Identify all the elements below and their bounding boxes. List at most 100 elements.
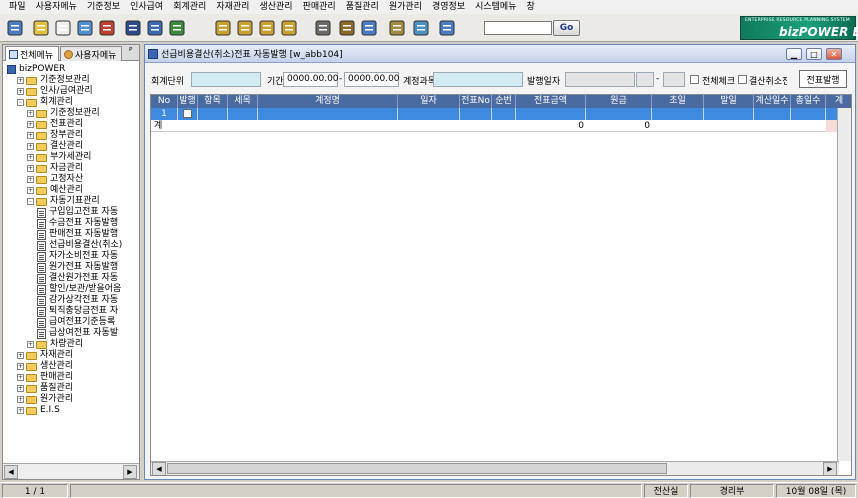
row-calcdays-cell[interactable] (754, 108, 791, 120)
column-header[interactable]: 전표금액 (516, 95, 586, 108)
save-icon[interactable] (74, 17, 96, 39)
delete-icon[interactable] (96, 17, 118, 39)
refresh-icon[interactable] (410, 17, 432, 39)
tree-leaf[interactable]: 퇴직충당금전표 자 (37, 306, 118, 317)
row-date-cell[interactable] (398, 108, 460, 120)
go-button[interactable]: Go (553, 20, 580, 36)
expand-icon[interactable]: + (27, 143, 34, 150)
menu-item-11[interactable]: 시스템메뉴 (470, 0, 521, 14)
edit-icon[interactable] (386, 17, 408, 39)
tree-leaf[interactable]: 급여전표기준등록 (37, 317, 115, 328)
expand-icon[interactable]: + (27, 132, 34, 139)
column-header[interactable]: 계정명 (258, 95, 398, 108)
row-totaldays-cell[interactable] (791, 108, 826, 120)
unit-field[interactable] (191, 72, 261, 87)
print-icon[interactable] (122, 17, 144, 39)
menu-item-8[interactable]: 품질관리 (341, 0, 384, 14)
column-header[interactable]: 계 (826, 95, 851, 108)
row-slipno-cell[interactable] (460, 108, 492, 120)
tree-folder[interactable]: + 장부관리 (27, 130, 83, 141)
tree-folder[interactable]: + 자재관리 (17, 350, 73, 361)
expand-icon[interactable]: + (27, 341, 34, 348)
tree-folder[interactable]: + 기준정보관리 (27, 108, 100, 119)
expand-icon[interactable]: + (27, 165, 34, 172)
tab-user-menu[interactable]: 사용자메뉴 (60, 46, 122, 61)
scroll-left-icon[interactable]: ◀ (4, 465, 18, 479)
menu-item-5[interactable]: 자재관리 (211, 0, 254, 14)
column-header[interactable]: 항목 (198, 95, 228, 108)
table-row[interactable]: 1 (151, 108, 851, 120)
collapse-icon[interactable]: - (17, 99, 24, 106)
period-from-field[interactable]: 0000.00.00 (283, 72, 339, 87)
new-icon[interactable] (30, 17, 52, 39)
last-record-icon[interactable] (278, 17, 300, 39)
scroll-thumb[interactable] (167, 463, 667, 474)
new-doc-icon[interactable] (52, 17, 74, 39)
issue-date-field[interactable] (565, 72, 635, 87)
menu-item-7[interactable]: 판매관리 (298, 0, 341, 14)
tree-folder[interactable]: + 부가세관리 (27, 152, 91, 163)
menu-item-4[interactable]: 회계관리 (168, 0, 211, 14)
tree-folder[interactable]: + 인사/급여관리 (17, 86, 93, 97)
excel-icon[interactable] (166, 17, 188, 39)
exit-icon[interactable] (4, 17, 26, 39)
menu-item-6[interactable]: 생산관리 (254, 0, 297, 14)
expand-icon[interactable]: + (17, 385, 24, 392)
expand-icon[interactable]: + (27, 110, 34, 117)
expand-icon[interactable]: + (27, 176, 34, 183)
tree-folder[interactable]: - 자동기표관리 (27, 196, 100, 207)
menu-item-10[interactable]: 경영정보 (427, 0, 470, 14)
issue-date-to-field[interactable] (663, 72, 685, 87)
column-header[interactable]: 말일 (704, 95, 754, 108)
expand-icon[interactable]: + (17, 374, 24, 381)
vertical-scrollbar[interactable] (837, 108, 851, 461)
horizontal-scrollbar[interactable]: ◀ ▶ (151, 461, 839, 475)
find-icon[interactable] (358, 17, 380, 39)
tree-folder[interactable]: + 결산관리 (27, 141, 83, 152)
expand-icon[interactable]: + (27, 187, 34, 194)
tree-folder[interactable]: + 전표관리 (27, 119, 83, 130)
column-header[interactable]: 총일수 (791, 95, 826, 108)
row-subitem-cell[interactable] (228, 108, 258, 120)
tree-folder[interactable]: + 자금관리 (27, 163, 83, 174)
expand-icon[interactable]: + (17, 407, 24, 414)
tree-folder[interactable]: + 품질관리 (17, 383, 73, 394)
menu-item-3[interactable]: 인사급여 (125, 0, 168, 14)
search-input[interactable] (484, 21, 552, 35)
first-record-icon[interactable] (212, 17, 234, 39)
tree-leaf[interactable]: 할인/보관/받을어음 (37, 284, 121, 295)
settings-icon[interactable] (336, 17, 358, 39)
check-all-checkbox[interactable] (690, 75, 699, 84)
column-header[interactable]: 계산일수 (754, 95, 791, 108)
row-seq-cell[interactable] (492, 108, 516, 120)
menu-item-1[interactable]: 사용자메뉴 (31, 0, 82, 14)
scroll-left-icon[interactable]: ◀ (152, 462, 166, 475)
calculator-icon[interactable] (312, 17, 334, 39)
scroll-right-icon[interactable]: ▶ (823, 462, 837, 475)
row-account-cell[interactable] (258, 108, 398, 120)
menu-item-2[interactable]: 기준정보 (82, 0, 125, 14)
tree-leaf[interactable]: 급상여전표 자동발 (37, 328, 118, 339)
tree-leaf[interactable]: 자가소비전표 자동 (37, 251, 118, 262)
tree-folder[interactable]: - 회계관리 (17, 97, 73, 108)
tree-folder[interactable]: + E.I.S (17, 405, 60, 416)
tree-leaf[interactable]: 선급비용결산(취소) (37, 240, 123, 251)
tree-folder[interactable]: + 기준정보관리 (17, 75, 90, 86)
maximize-button[interactable]: □ (806, 48, 822, 60)
tree-folder[interactable]: + 고정자산 (27, 174, 83, 185)
tree-leaf[interactable]: 구입입고전표 자동 (37, 207, 118, 218)
expand-icon[interactable]: + (17, 363, 24, 370)
next-record-icon[interactable] (256, 17, 278, 39)
pin-icon[interactable]: ᴾ (129, 47, 132, 57)
account-field[interactable] (433, 72, 523, 87)
column-header[interactable]: 원금 (586, 95, 652, 108)
close-button[interactable]: ✕ (826, 48, 842, 60)
export-icon[interactable] (436, 17, 458, 39)
expand-icon[interactable]: + (17, 396, 24, 403)
row-item-cell[interactable] (198, 108, 228, 120)
cancel-slip-checkbox[interactable] (738, 75, 747, 84)
row-issue-checkbox[interactable] (183, 109, 192, 118)
row-start-cell[interactable] (652, 108, 704, 120)
column-header[interactable]: 일자 (398, 95, 460, 108)
tree-folder[interactable]: + 생산관리 (17, 361, 73, 372)
